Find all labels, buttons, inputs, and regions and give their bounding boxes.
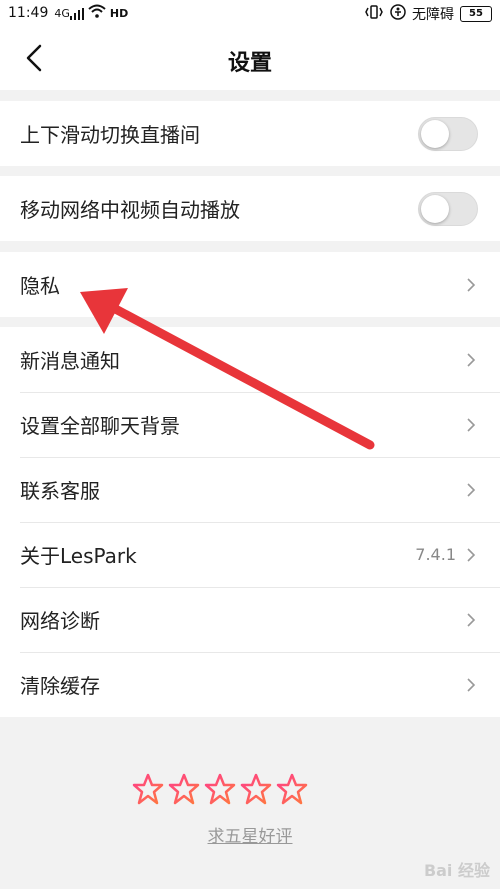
row-label: 联系客服 [20,479,100,503]
setting-row-autoplay-video: 移动网络中视频自动播放 [0,176,500,241]
star-icon [132,773,164,805]
row-label: 新消息通知 [20,349,120,373]
version-value: 7.4.1 [415,545,456,564]
wifi-icon [88,4,106,22]
row-label: 移动网络中视频自动播放 [20,198,240,222]
signal-icon: 4G [54,7,84,20]
swipe-switch-toggle[interactable] [418,116,478,151]
toggle-knob [421,119,449,148]
vibrate-icon [364,5,384,23]
menu-item-about[interactable]: 关于LesPark 7.4.1 [0,522,500,587]
row-label: 隐私 [20,274,60,298]
menu-item-contact-support[interactable]: 联系客服 [0,457,500,522]
toggle-knob [421,194,449,223]
star-rating[interactable] [0,772,500,806]
chevron-right-icon [464,610,478,630]
menu-group: 新消息通知 设置全部聊天背景 联系客服 关于LesPark 7.4.1 网络诊断… [0,327,500,717]
accessibility-icon [390,4,406,24]
privacy-group: 隐私 [0,252,500,317]
status-icons: 4G HD [54,4,128,22]
stars-group [132,773,308,805]
setting-row-swipe-switch: 上下滑动切换直播间 [0,101,500,166]
rate-five-stars-link[interactable]: 求五星好评 [208,822,293,847]
chevron-right-icon [464,350,478,370]
chevron-right-icon [464,545,478,565]
autoplay-video-toggle[interactable] [418,191,478,226]
chevron-right-icon [464,275,478,295]
menu-item-chat-background[interactable]: 设置全部聊天背景 [0,392,500,457]
menu-item-privacy[interactable]: 隐私 [0,252,500,317]
chevron-right-icon [464,675,478,695]
row-label: 上下滑动切换直播间 [20,123,200,147]
nav-bar: 设置 [0,24,500,90]
chevron-right-icon [464,480,478,500]
star-icon [168,773,200,805]
row-label: 关于LesPark [20,544,137,568]
network-status-text: 无障碍 [412,7,454,23]
status-time: 11:49 [8,5,49,21]
star-icon [276,773,308,805]
menu-item-network-diagnosis[interactable]: 网络诊断 [0,587,500,652]
toggle-group-1: 上下滑动切换直播间 [0,101,500,166]
status-left: 11:49 4G HD [8,4,128,22]
star-icon [240,773,272,805]
watermark: Bai 经验 [423,861,490,880]
chevron-right-icon [464,415,478,435]
battery-icon: 55 [460,6,492,22]
row-label: 清除缓存 [20,674,100,698]
hd-icon: HD [109,6,129,20]
toggle-group-2: 移动网络中视频自动播放 [0,176,500,241]
status-bar: 11:49 4G HD 无障碍 55 [0,0,500,24]
menu-item-notifications[interactable]: 新消息通知 [0,327,500,392]
page-title: 设置 [227,51,272,76]
row-label: 设置全部聊天背景 [20,414,180,438]
star-icon [204,773,236,805]
menu-item-clear-cache[interactable]: 清除缓存 [0,652,500,717]
rating-area: 求五星好评 [0,772,500,847]
status-right: 无障碍 55 [364,4,492,24]
row-label: 网络诊断 [20,609,100,633]
